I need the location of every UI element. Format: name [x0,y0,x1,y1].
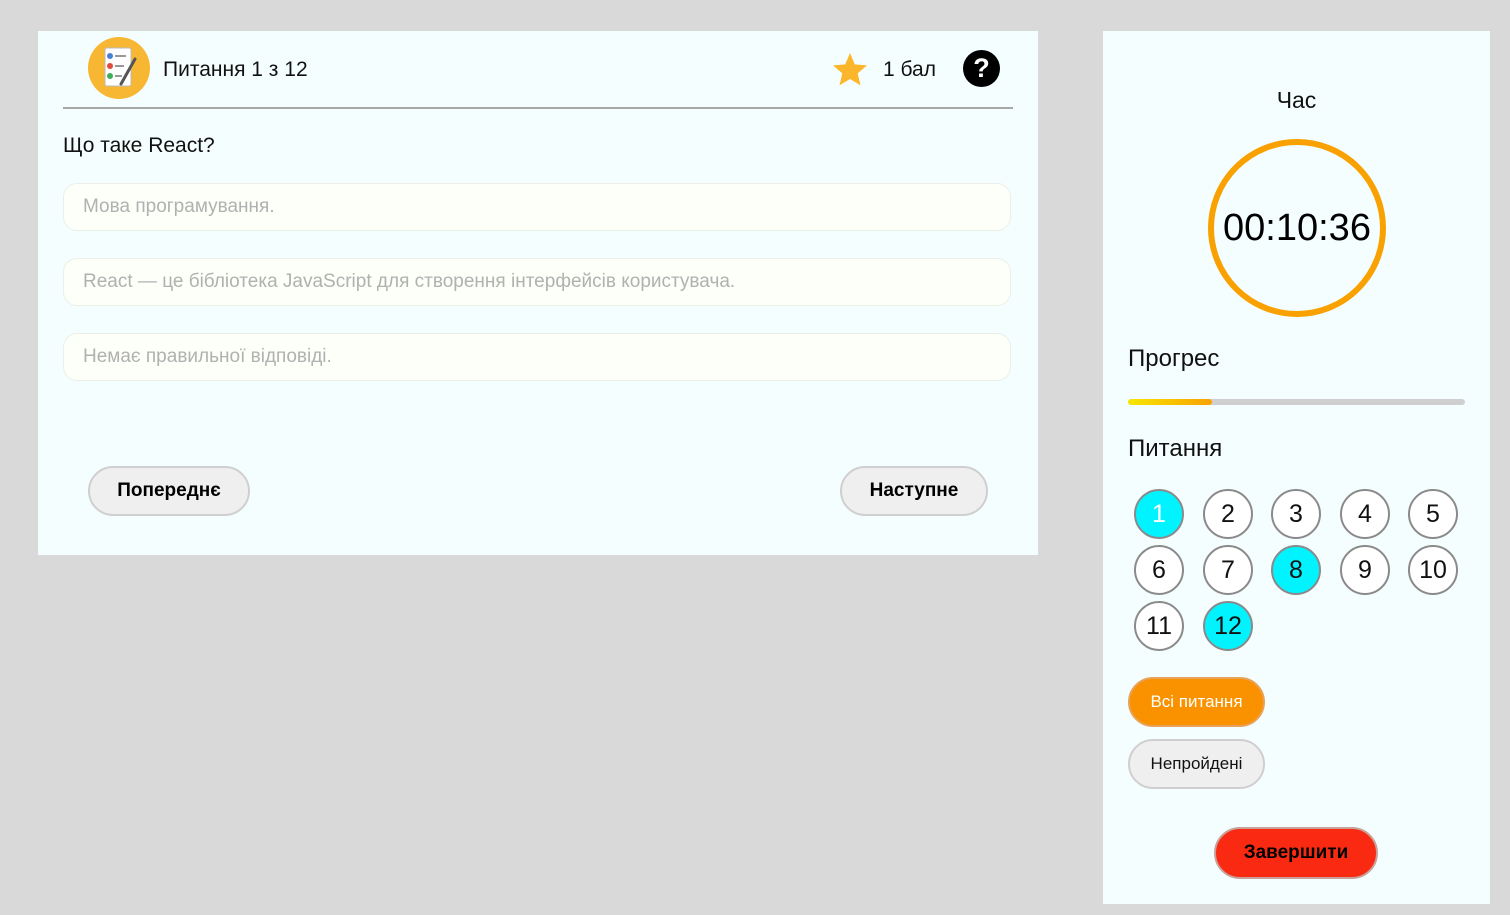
question-nav-2[interactable]: 2 [1203,489,1253,539]
question-mark-icon[interactable]: ? [963,50,1000,87]
question-nav-1[interactable]: 1 [1134,489,1184,539]
star-icon [831,51,869,89]
question-nav-10[interactable]: 10 [1408,545,1458,595]
question-nav-11[interactable]: 11 [1134,601,1184,651]
progress-bar [1128,399,1465,405]
question-nav-3[interactable]: 3 [1271,489,1321,539]
progress-label: Прогрес [1128,345,1220,372]
question-nav-12[interactable]: 12 [1203,601,1253,651]
question-nav-6[interactable]: 6 [1134,545,1184,595]
answer-option[interactable]: Немає правильної відповіді. [63,333,1011,381]
score-label: 1 бал [883,58,936,81]
question-nav-5[interactable]: 5 [1408,489,1458,539]
unanswered-button[interactable]: Непройдені [1128,739,1265,789]
question-nav-4[interactable]: 4 [1340,489,1390,539]
time-label: Час [1276,87,1317,113]
quiz-checklist-icon [88,37,150,99]
question-counter: Питання 1 з 12 [163,58,308,81]
answer-option[interactable]: React — це бібліотека JavaScript для ств… [63,258,1011,306]
questions-label: Питання [1128,435,1223,462]
answer-option[interactable]: Мова програмування. [63,183,1011,231]
timer: 00:10:36 [1208,139,1386,317]
all-questions-button[interactable]: Всі питання [1128,677,1265,727]
question-nav-9[interactable]: 9 [1340,545,1390,595]
progress-fill [1128,399,1213,405]
side-panel: Час 00:10:36 Прогрес Питання 1 2 3 4 5 6 7 8 9 10… [1103,31,1490,904]
question-nav-7[interactable]: 7 [1203,545,1253,595]
previous-button[interactable]: Попереднє [88,466,250,516]
finish-button[interactable]: Завершити [1214,827,1378,879]
question-nav-8[interactable]: 8 [1271,545,1321,595]
question-text: Що таке React? [63,134,215,157]
next-button[interactable]: Наступне [840,466,988,516]
quiz-header: Питання 1 з 12 1 бал ? [63,31,1013,109]
quiz-card: Питання 1 з 12 1 бал ? Що таке React? Мо… [38,31,1038,555]
